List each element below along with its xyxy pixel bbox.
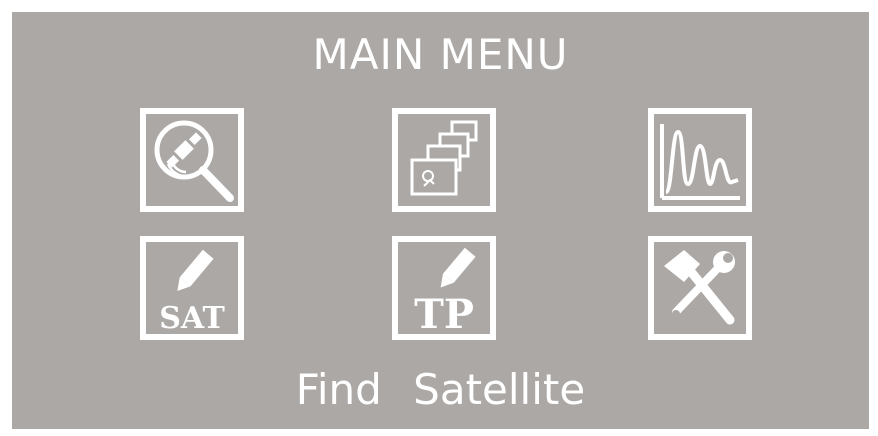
edit-sat-icon-text: SAT <box>159 301 225 334</box>
spectrum-icon <box>660 124 740 200</box>
page-title: MAIN MENU <box>312 30 569 79</box>
windows-button[interactable] <box>392 108 496 212</box>
edit-sat-icon: SAT <box>159 249 225 334</box>
tools-button[interactable] <box>648 236 752 340</box>
find-satellite-button[interactable] <box>140 108 244 212</box>
edit-tp-icon-text: TP <box>414 291 474 334</box>
edit-sat-button[interactable]: SAT <box>140 236 244 340</box>
main-menu-screen: MAIN MENU SAT TP Find Satellite <box>12 12 869 429</box>
satellite-search-icon <box>154 120 234 202</box>
tools-icon <box>664 250 735 325</box>
edit-tp-icon: TP <box>414 247 476 334</box>
stacked-windows-icon <box>410 120 478 196</box>
edit-tp-button[interactable]: TP <box>392 236 496 340</box>
spectrum-button[interactable] <box>648 108 752 212</box>
selected-item-label: Find Satellite <box>295 365 586 414</box>
